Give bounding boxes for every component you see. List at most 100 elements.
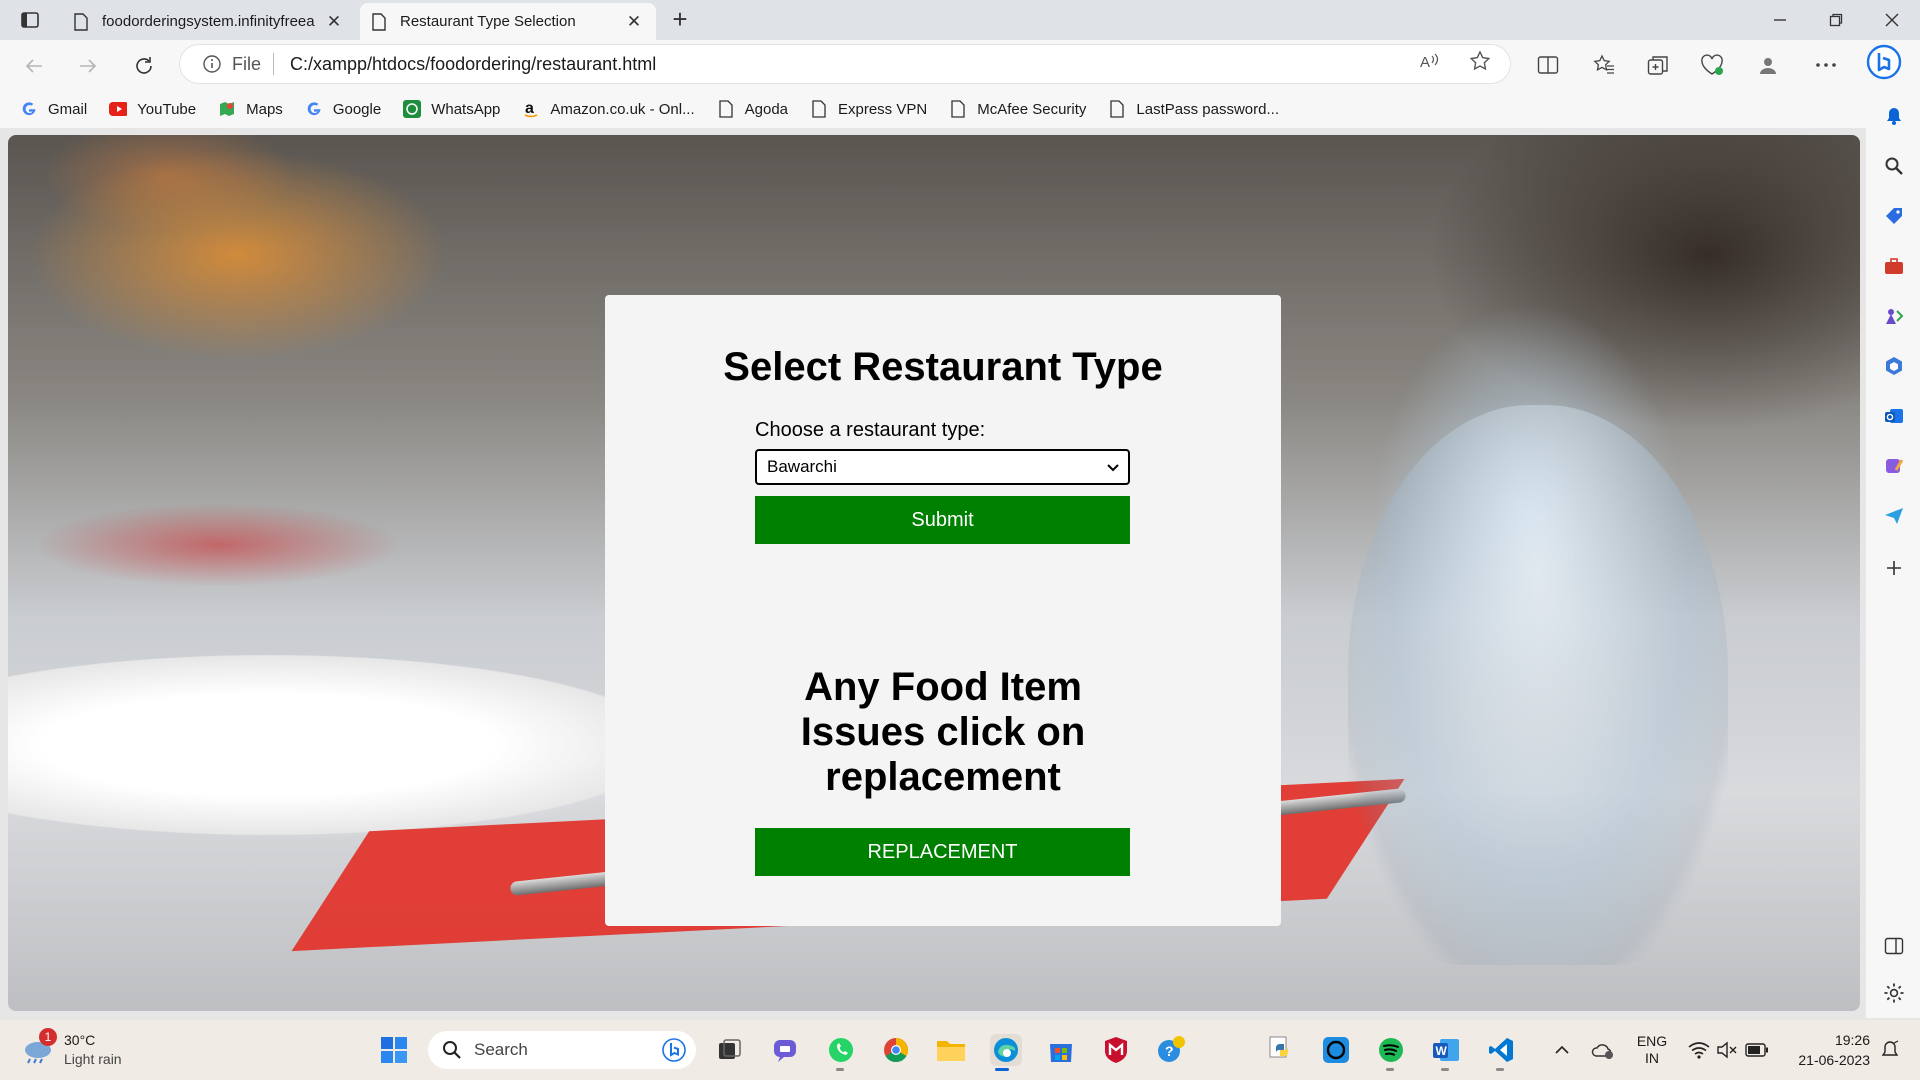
url-text[interactable]: C:/xampp/htdocs/foodordering/restaurant.… [290,54,656,75]
svg-text:A: A [1420,54,1430,71]
favorite-star-icon[interactable] [1468,49,1492,73]
split-screen-icon[interactable] [1534,51,1562,79]
selected-option: Bawarchi [767,457,837,476]
profile-icon[interactable] [1754,51,1782,79]
favorite-whatsapp[interactable]: WhatsApp [403,100,500,118]
svg-text:?: ? [1165,1043,1174,1059]
file-explorer-icon[interactable] [935,1034,967,1066]
hide-sidebar-icon[interactable] [1883,935,1905,957]
close-window-button[interactable] [1864,0,1920,40]
notifications-bell-icon[interactable] [1883,105,1905,127]
favorite-maps[interactable]: Maps [218,100,283,118]
svg-text:W: W [1436,1044,1448,1058]
tab-foodorderingsystem[interactable]: foodorderingsystem.infinityfreea ✕ [62,3,356,40]
python-icon[interactable] [1265,1034,1297,1066]
designer-icon[interactable] [1883,455,1905,477]
favorite-lastpass[interactable]: LastPass password... [1108,100,1279,118]
document-icon [949,100,967,118]
microsoft-store-icon[interactable] [1045,1034,1077,1066]
divider [273,53,275,75]
tab-title: Restaurant Type Selection [400,13,576,30]
svg-text:a: a [525,100,534,117]
close-tab-icon[interactable]: ✕ [624,12,644,32]
submit-button[interactable]: Submit [755,496,1130,544]
volume-muted-icon[interactable] [1714,1034,1740,1066]
tools-briefcase-icon[interactable] [1883,255,1905,277]
task-view-icon[interactable] [714,1034,746,1066]
document-icon [717,100,735,118]
favorite-gmail[interactable]: Gmail [20,100,87,118]
show-hidden-icons-chevron[interactable] [1548,1034,1576,1066]
add-sidebar-app-icon[interactable] [1883,557,1905,579]
edge-browser-icon[interactable] [990,1034,1022,1066]
get-help-icon[interactable]: ? [1155,1034,1187,1066]
weather-temp: 30°C [64,1032,96,1048]
favorite-label: WhatsApp [431,100,501,118]
clock[interactable]: 19:26 21-06-2023 [1780,1030,1870,1070]
read-aloud-icon[interactable]: A [1418,49,1442,73]
document-icon [1108,100,1126,118]
favorite-mcafee[interactable]: McAfee Security [949,100,1086,118]
restaurant-type-select[interactable]: Bawarchi [755,449,1130,485]
favorite-label: Express VPN [838,100,928,118]
wifi-icon[interactable] [1686,1034,1712,1066]
copilot-icon[interactable] [1864,42,1904,82]
running-indicator [1386,1068,1394,1071]
back-button[interactable] [18,50,50,82]
edge-sidebar [1866,90,1920,1018]
spotify-icon[interactable] [1375,1034,1407,1066]
outlook-icon[interactable] [1883,405,1905,427]
restaurant-selection-card: Select Restaurant Type Choose a restaura… [605,295,1281,926]
language-indicator[interactable]: ENG IN [1632,1033,1672,1066]
google-icon [305,100,323,118]
settings-gear-icon[interactable] [1883,982,1905,1004]
minimize-button[interactable] [1752,0,1808,40]
favorite-youtube[interactable]: YouTube [109,100,196,118]
weather-condition: Light rain [64,1051,122,1067]
new-tab-button[interactable]: + [666,6,694,32]
favorite-google[interactable]: Google [305,100,381,118]
close-tab-icon[interactable]: ✕ [324,12,344,32]
collections-icon[interactable] [1644,51,1672,79]
zoom-app-icon[interactable] [1320,1034,1352,1066]
weather-widget[interactable]: 1 30°C Light rain [20,1028,160,1070]
background-wine-glass [1348,405,1728,965]
mcafee-icon[interactable] [1100,1034,1132,1066]
favorite-label: YouTube [137,100,197,118]
favorites-icon[interactable] [1590,51,1618,79]
language-line1: ENG [1636,1033,1668,1049]
teams-chat-icon[interactable] [770,1034,802,1066]
refresh-button[interactable] [128,50,160,82]
chrome-icon[interactable] [880,1034,912,1066]
microsoft-365-icon[interactable] [1883,355,1905,377]
replacement-button[interactable]: REPLACEMENT [755,828,1130,876]
browser-essentials-icon[interactable] [1698,51,1726,79]
shopping-tag-icon[interactable] [1883,205,1905,227]
vscode-icon[interactable] [1485,1034,1517,1066]
battery-icon[interactable] [1744,1034,1770,1066]
forward-button[interactable] [72,50,104,82]
favorite-agoda[interactable]: Agoda [717,100,788,118]
favorite-amazon[interactable]: a Amazon.co.uk - Onl... [522,100,695,118]
chevron-down-icon [1107,464,1119,472]
restore-button[interactable] [1808,0,1864,40]
favorite-express-vpn[interactable]: Express VPN [810,100,927,118]
info-icon[interactable] [202,54,222,74]
address-bar[interactable]: File C:/xampp/htdocs/foodordering/restau… [180,45,1510,83]
whatsapp-app-icon[interactable] [825,1034,857,1066]
more-menu-icon[interactable] [1812,51,1840,79]
onedrive-icon[interactable] [1588,1034,1618,1066]
document-icon [810,100,828,118]
games-icon[interactable] [1883,305,1905,327]
tab-restaurant-type-selection[interactable]: Restaurant Type Selection ✕ [360,3,656,40]
running-indicator [1496,1068,1504,1071]
tab-actions-icon[interactable] [12,6,48,34]
notification-center-icon[interactable] [1876,1034,1904,1066]
taskbar-search[interactable]: Search [428,1031,696,1069]
restaurant-type-label: Choose a restaurant type: [755,419,986,441]
navigation-bar: File C:/xampp/htdocs/foodordering/restau… [0,40,1920,90]
drop-send-icon[interactable] [1883,505,1905,527]
start-windows-icon[interactable] [378,1034,410,1066]
search-icon[interactable] [1883,155,1905,177]
word-icon[interactable]: W [1430,1034,1462,1066]
